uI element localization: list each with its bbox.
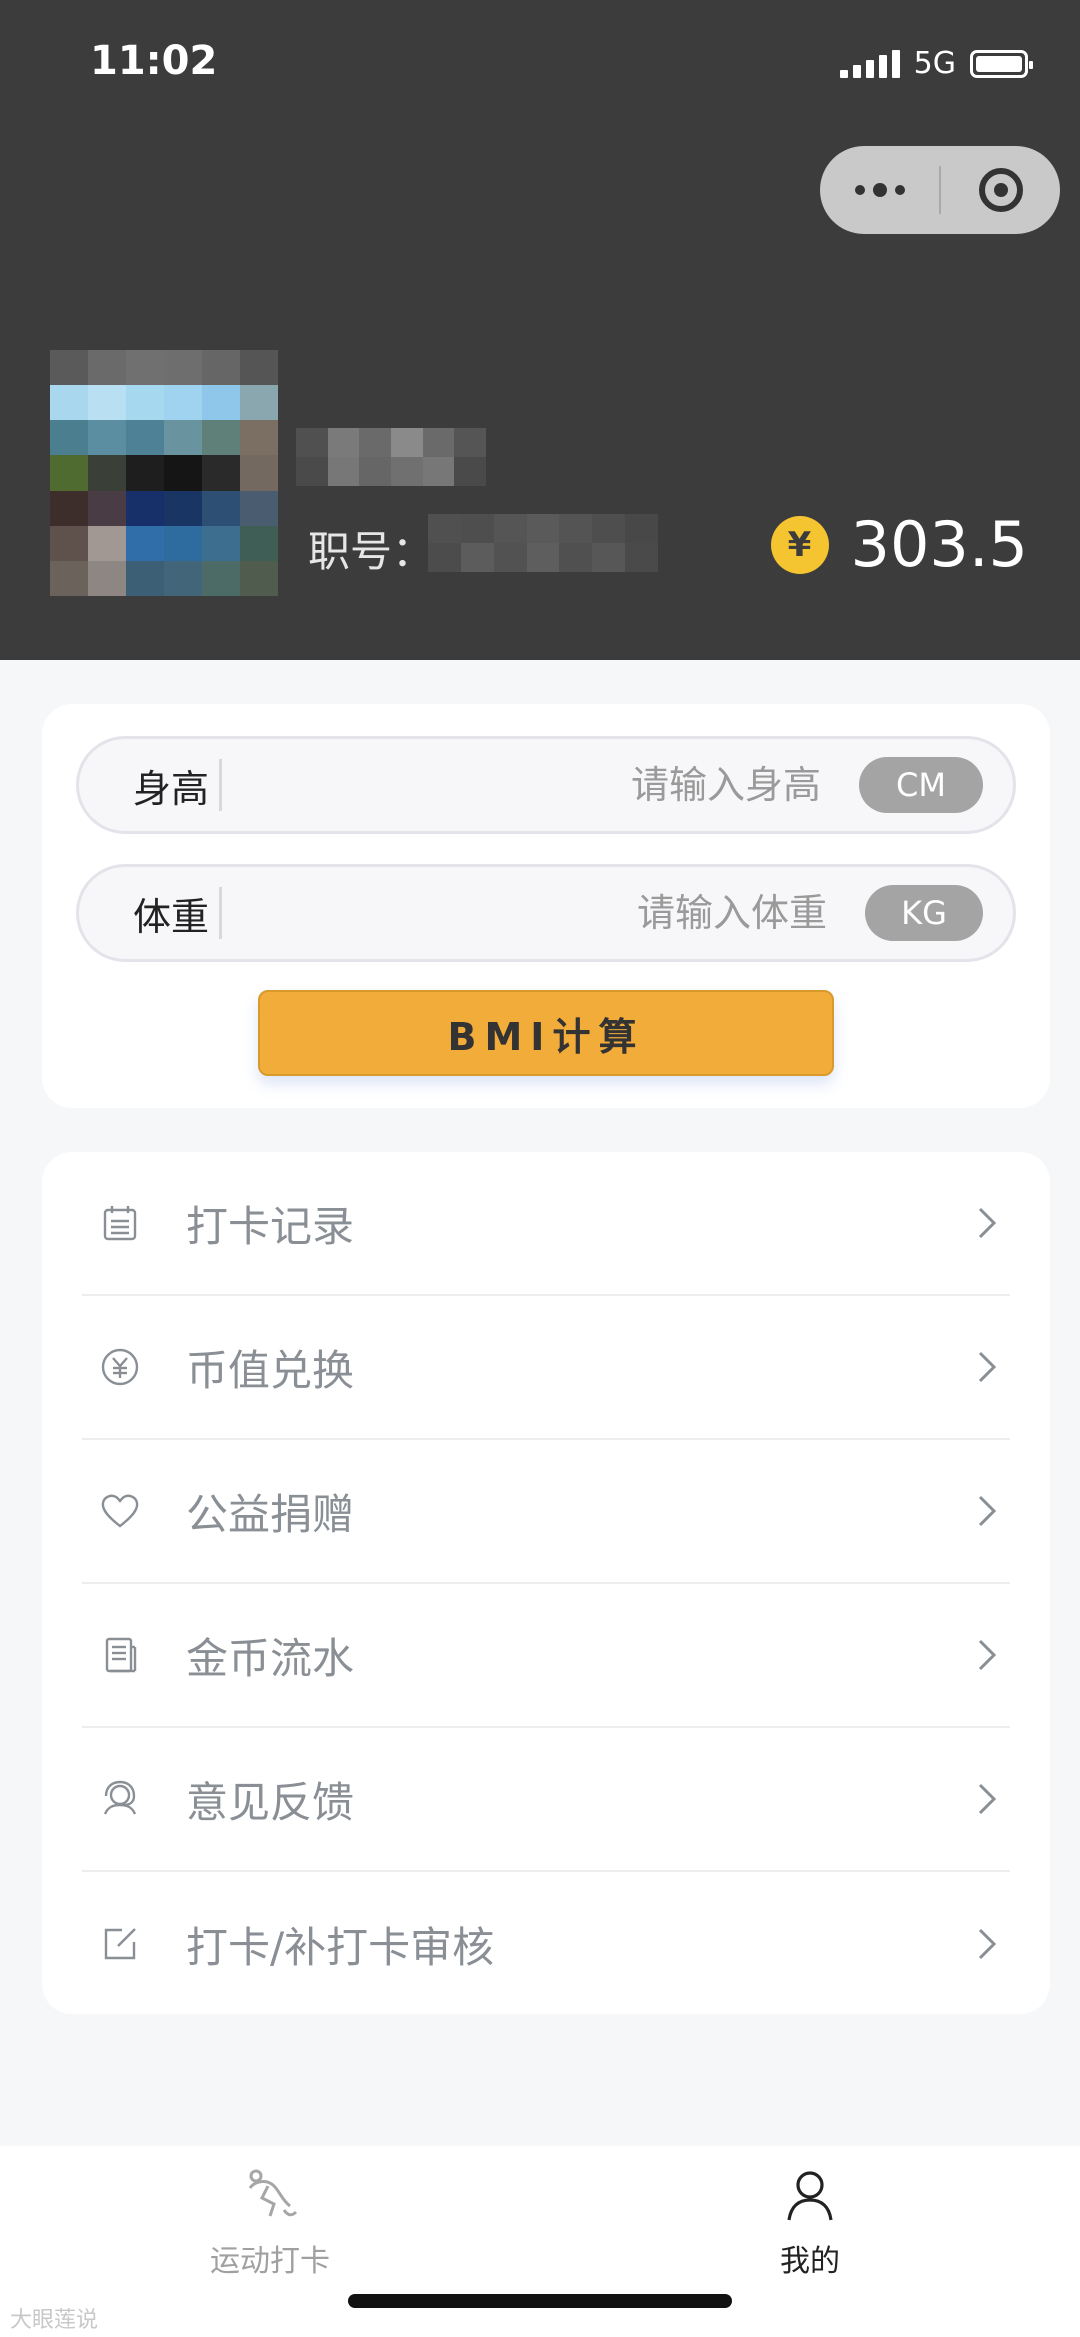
menu-item-label: 打卡记录 bbox=[186, 1201, 355, 1251]
profile-header: 11:02 5G 职号： ¥ 303.5 bbox=[0, 0, 1080, 660]
height-label: 身高 bbox=[133, 766, 210, 811]
menu-item-checkin-records[interactable]: 打卡记录 bbox=[82, 1152, 1010, 1296]
home-indicator bbox=[348, 2294, 732, 2308]
chevron-right-icon bbox=[966, 1635, 1006, 1675]
tab-sport-checkin[interactable]: 运动打卡 bbox=[160, 2166, 380, 2280]
weight-input[interactable] bbox=[222, 867, 865, 959]
menu-item-label: 意见反馈 bbox=[186, 1777, 355, 1827]
menu-item-label: 金币流水 bbox=[186, 1633, 355, 1683]
signal-icon bbox=[839, 49, 900, 78]
chevron-right-icon bbox=[966, 1491, 1006, 1531]
yuan-circle-icon bbox=[98, 1345, 142, 1389]
menu-item-coin-exchange[interactable]: 币值兑换 bbox=[82, 1296, 1010, 1440]
tab-label: 运动打卡 bbox=[210, 2244, 330, 2279]
menu-item-label: 打卡/补打卡审核 bbox=[186, 1922, 495, 1972]
weight-unit-badge: KG bbox=[865, 885, 983, 941]
menu-item-checkin-review[interactable]: 打卡/补打卡审核 bbox=[82, 1872, 1010, 2016]
menu-item-charity-donation[interactable]: 公益捐赠 bbox=[82, 1440, 1010, 1584]
edit-icon bbox=[98, 1922, 142, 1966]
coin-value: 303.5 bbox=[850, 508, 1029, 581]
height-unit-badge: CM bbox=[859, 757, 983, 813]
status-time: 11:02 bbox=[90, 38, 218, 84]
chevron-right-icon bbox=[966, 1924, 1006, 1964]
person-icon bbox=[781, 2166, 839, 2228]
status-icons: 5G bbox=[839, 46, 1033, 81]
weight-label: 体重 bbox=[133, 894, 210, 939]
bmi-card: 身高 CM 体重 KG BMI计算 bbox=[42, 704, 1050, 1108]
tab-label: 我的 bbox=[780, 2244, 840, 2279]
employee-id-mosaic bbox=[428, 514, 658, 572]
menu-item-label: 公益捐赠 bbox=[186, 1489, 355, 1539]
coin-balance: ¥ 303.5 bbox=[770, 508, 1029, 581]
more-dots-icon bbox=[854, 183, 905, 197]
weight-field: 体重 KG bbox=[76, 864, 1016, 962]
height-field: 身高 CM bbox=[76, 736, 1016, 834]
menu-item-feedback[interactable]: 意见反馈 bbox=[82, 1728, 1010, 1872]
menu-item-coin-flow[interactable]: 金币流水 bbox=[82, 1584, 1010, 1728]
heart-icon bbox=[98, 1489, 142, 1533]
watermark: 大眼莲说 bbox=[10, 2308, 99, 2333]
target-icon bbox=[978, 168, 1023, 212]
battery-icon bbox=[970, 49, 1033, 78]
tab-mine[interactable]: 我的 bbox=[700, 2166, 920, 2280]
bmi-calculate-button[interactable]: BMI计算 bbox=[258, 990, 834, 1076]
run-icon bbox=[240, 2166, 300, 2228]
coin-icon: ¥ bbox=[770, 515, 829, 574]
miniprogram-capsule bbox=[820, 146, 1060, 234]
close-miniprogram-button[interactable] bbox=[941, 146, 1060, 234]
employee-id-label: 职号： bbox=[308, 527, 435, 576]
page: 11:02 5G 职号： ¥ 303.5 身高 请输入身高 CM 体重 请输入体… bbox=[0, 0, 1080, 2337]
document-icon bbox=[98, 1633, 142, 1677]
menu-item-label: 币值兑换 bbox=[186, 1345, 355, 1395]
network-type: 5G bbox=[913, 46, 956, 81]
more-button[interactable] bbox=[820, 146, 939, 234]
chevron-right-icon bbox=[966, 1203, 1006, 1243]
chevron-right-icon bbox=[966, 1347, 1006, 1387]
user-name-mosaic bbox=[296, 428, 486, 486]
bottom-tab-bar: 运动打卡 我的 bbox=[0, 2146, 1080, 2337]
menu-card: 打卡记录 币值兑换 公益捐赠 金币流水 意见反馈 打卡/补打卡审核 bbox=[42, 1152, 1050, 2014]
chevron-right-icon bbox=[966, 1779, 1006, 1819]
calendar-icon bbox=[98, 1201, 142, 1245]
support-agent-icon bbox=[98, 1777, 142, 1821]
avatar[interactable] bbox=[50, 350, 278, 596]
height-input[interactable] bbox=[222, 739, 859, 831]
